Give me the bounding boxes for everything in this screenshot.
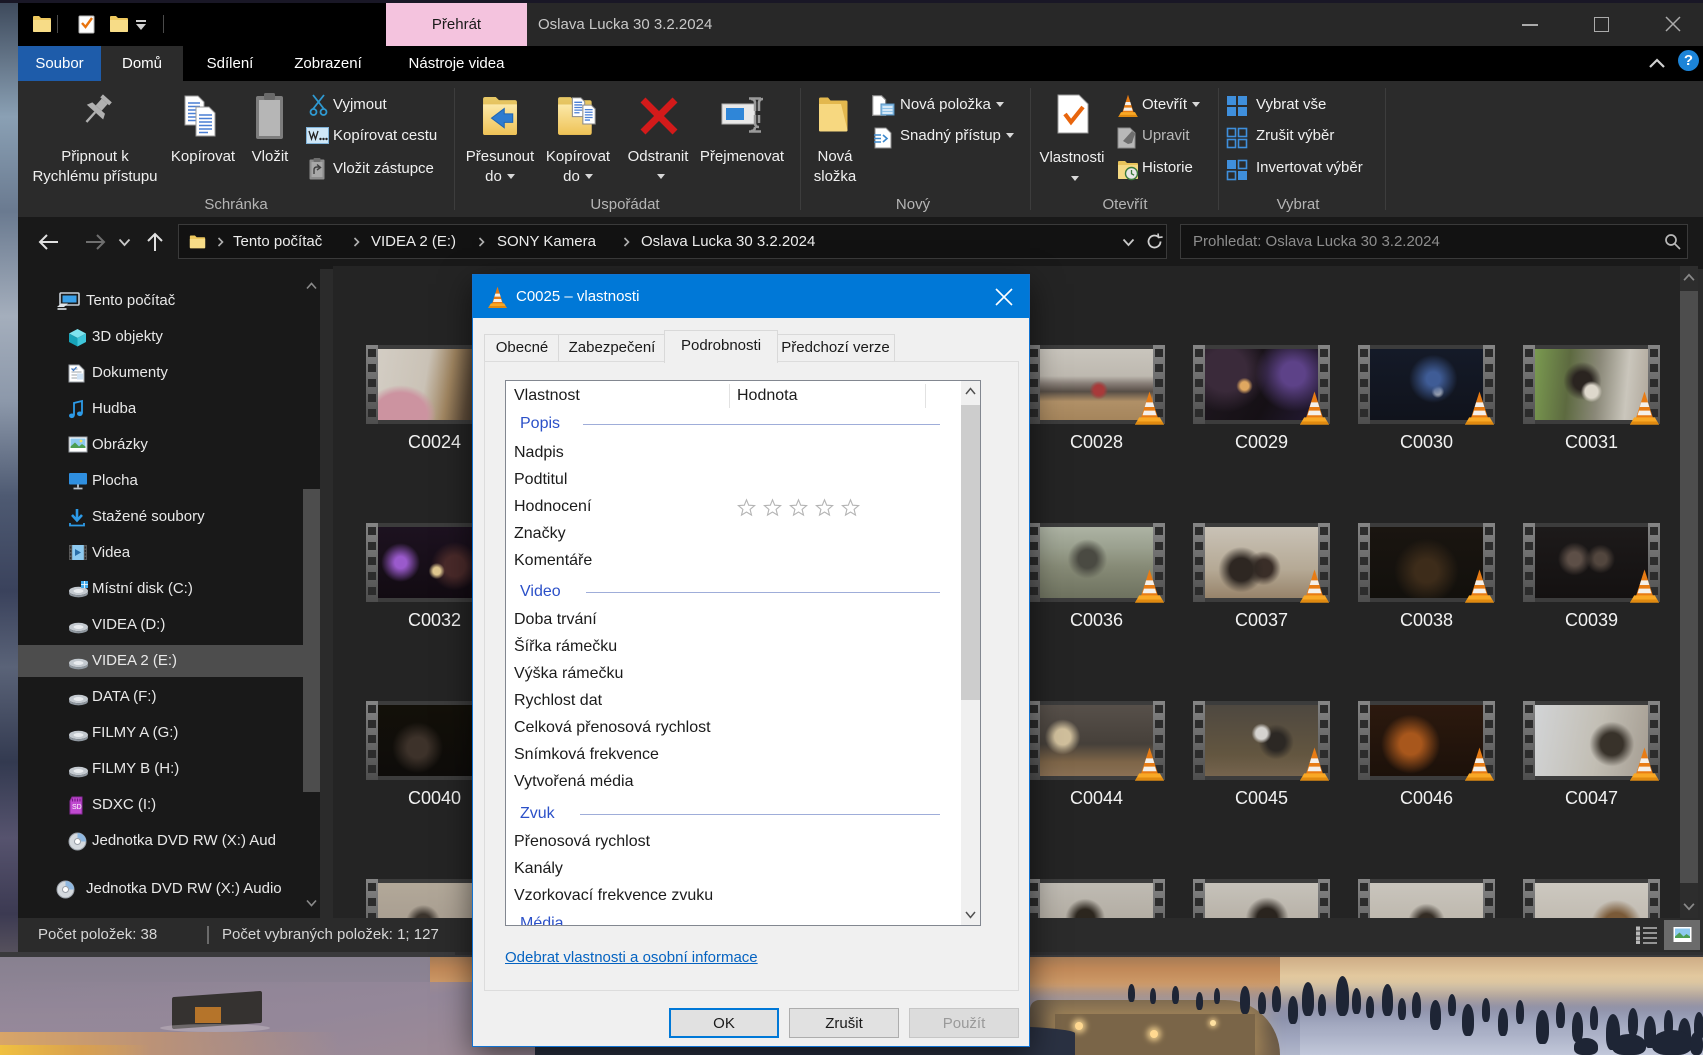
svg-text:SD: SD — [72, 804, 82, 811]
